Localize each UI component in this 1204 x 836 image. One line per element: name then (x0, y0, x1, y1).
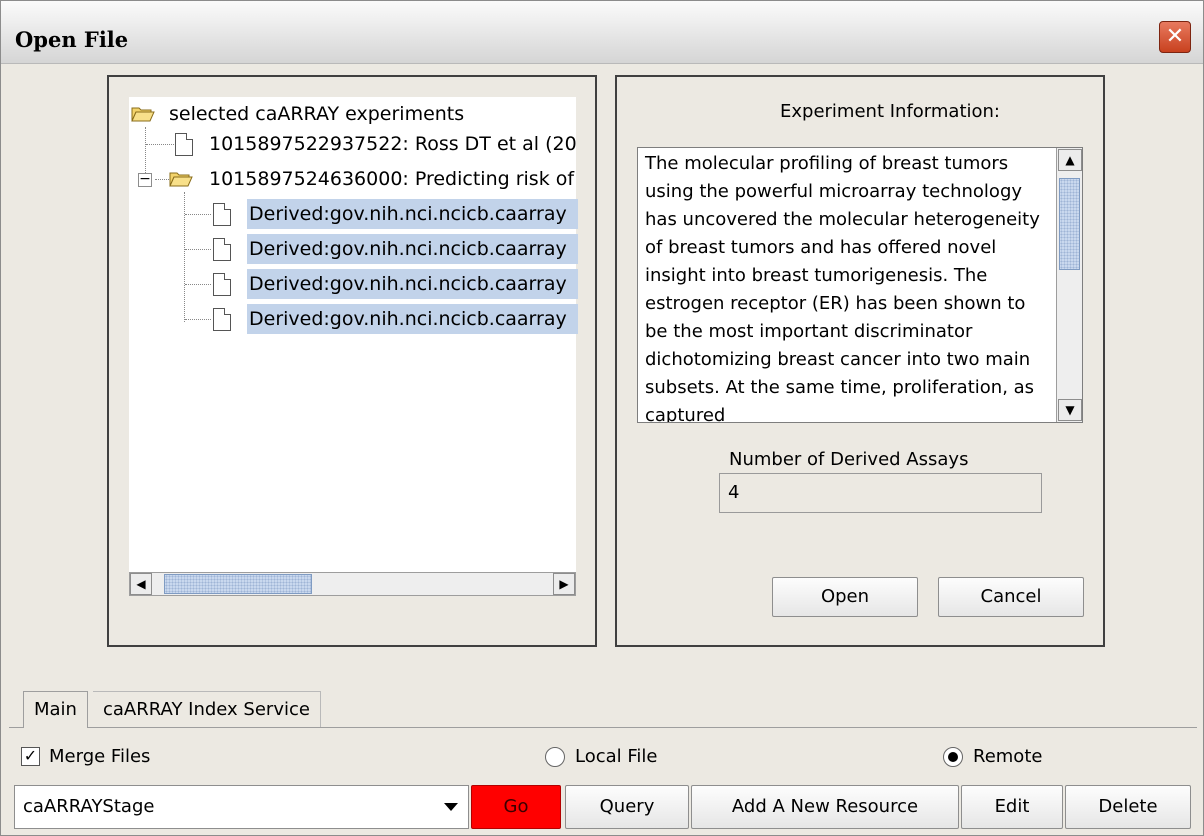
file-icon (213, 238, 231, 261)
scroll-right-icon[interactable]: ▶ (553, 573, 575, 595)
scroll-thumb[interactable] (164, 574, 312, 594)
tree-item-label: 1015897524636000: Predicting risk of (209, 168, 575, 190)
remote-label: Remote (973, 746, 1043, 767)
tree-item[interactable]: 1015897522937522: Ross DT et al (20 (173, 129, 577, 159)
derived-assays-field: 4 (719, 473, 1042, 513)
file-icon (213, 203, 231, 226)
tree-connector (146, 144, 176, 145)
scroll-thumb[interactable] (1059, 178, 1080, 270)
experiment-tree: selected caARRAY experiments 10158975229… (129, 97, 578, 592)
experiment-description-text: The molecular profiling of breast tumors… (645, 153, 1040, 423)
chevron-down-icon (444, 803, 458, 811)
query-button[interactable]: Query (565, 785, 689, 829)
edit-button[interactable]: Edit (961, 785, 1063, 829)
close-button[interactable]: ✕ (1159, 21, 1191, 53)
tab-caarray-index-service-label: caARRAY Index Service (103, 699, 310, 720)
tree-item-label: Derived:gov.nih.nci.ncicb.caarray (247, 304, 578, 334)
tree-item-label: 1015897522937522: Ross DT et al (20 (209, 133, 577, 155)
open-button[interactable]: Open (772, 577, 918, 617)
tab-caarray-index-service[interactable]: caARRAY Index Service (93, 691, 321, 727)
tree-root-label: selected caARRAY experiments (169, 103, 465, 125)
vertical-scrollbar[interactable]: ▲ ▼ (1056, 148, 1082, 422)
tree-item[interactable]: Derived:gov.nih.nci.ncicb.caarray (211, 304, 578, 334)
horizontal-scrollbar[interactable]: ◀ ▶ (129, 572, 576, 596)
tree-item[interactable]: Derived:gov.nih.nci.ncicb.caarray (211, 234, 578, 264)
experiment-tree-panel: selected caARRAY experiments 10158975229… (107, 75, 597, 647)
resource-select-value: caARRAYStage (23, 796, 155, 817)
title-bar: Open File ✕ (1, 1, 1203, 64)
delete-button[interactable]: Delete (1065, 785, 1191, 829)
tab-main-label: Main (34, 699, 77, 720)
tree-item-label: Derived:gov.nih.nci.ncicb.caarray (247, 269, 578, 299)
derived-assays-label: Number of Derived Assays (729, 449, 969, 470)
tree-connector (155, 179, 169, 180)
tree-item[interactable]: Derived:gov.nih.nci.ncicb.caarray (211, 199, 578, 229)
tree-connector (184, 192, 185, 322)
tree-connector (185, 214, 211, 215)
scroll-up-icon[interactable]: ▲ (1058, 149, 1082, 171)
remote-radio[interactable] (943, 747, 963, 767)
go-button[interactable]: Go (471, 785, 561, 829)
open-folder-icon (131, 107, 155, 122)
experiment-description[interactable]: The molecular profiling of breast tumors… (637, 147, 1083, 423)
tree-item[interactable]: 1015897524636000: Predicting risk of (169, 164, 576, 194)
resource-select[interactable]: caARRAYStage (14, 785, 469, 829)
open-folder-icon (169, 172, 193, 187)
local-file-label: Local File (575, 746, 658, 767)
tree-connector (185, 319, 211, 320)
tree-connector (185, 284, 211, 285)
tree-root[interactable]: selected caARRAY experiments (129, 99, 576, 129)
tree-item[interactable]: Derived:gov.nih.nci.ncicb.caarray (211, 269, 578, 299)
add-resource-button[interactable]: Add A New Resource (691, 785, 959, 829)
file-icon (175, 133, 193, 156)
merge-files-label: Merge Files (49, 746, 151, 767)
file-icon (213, 273, 231, 296)
scroll-left-icon[interactable]: ◀ (130, 573, 152, 595)
tree-connector (185, 249, 211, 250)
collapse-toggle[interactable]: − (138, 172, 152, 187)
experiment-info-panel: Experiment Information: The molecular pr… (615, 75, 1105, 647)
merge-files-checkbox[interactable]: ✓ (21, 747, 40, 766)
local-file-radio[interactable] (545, 747, 565, 767)
dialog-title: Open File (15, 27, 129, 52)
scroll-down-icon[interactable]: ▼ (1058, 399, 1082, 421)
file-icon (213, 308, 231, 331)
tab-main[interactable]: Main (23, 691, 88, 728)
experiment-info-label: Experiment Information: (780, 101, 1000, 122)
tree-item-label: Derived:gov.nih.nci.ncicb.caarray (247, 199, 578, 229)
open-file-dialog: Open File ✕ selected caARRAY experiments (0, 0, 1204, 836)
tree-item-label: Derived:gov.nih.nci.ncicb.caarray (247, 234, 578, 264)
cancel-button[interactable]: Cancel (938, 577, 1084, 617)
